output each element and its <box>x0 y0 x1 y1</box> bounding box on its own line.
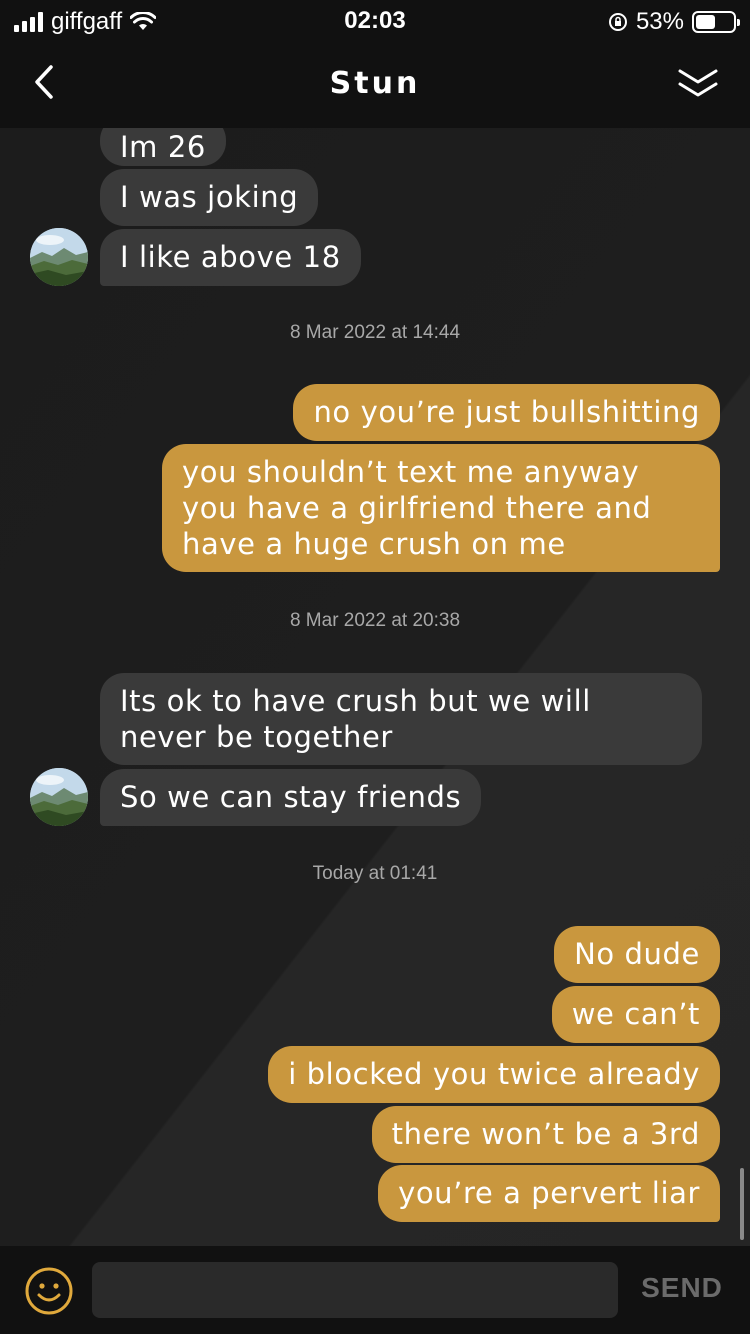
status-left: giffgaff <box>14 8 157 36</box>
avatar[interactable] <box>30 768 88 826</box>
timestamp: 8 Mar 2022 at 14:44 <box>289 322 461 343</box>
status-bar: giffgaff 02:03 53% <box>0 0 750 40</box>
avatar[interactable] <box>30 228 88 286</box>
battery-icon <box>692 11 740 33</box>
battery-percent: 53% <box>635 8 684 35</box>
battery-level <box>696 15 715 29</box>
message-bubble[interactable]: I was joking <box>100 169 319 226</box>
avatar-landscape-image <box>30 768 88 826</box>
send-button[interactable]: SEND <box>632 1272 732 1304</box>
scroll-indicator[interactable] <box>740 1168 744 1240</box>
contact-name[interactable]: Stun <box>0 66 750 101</box>
wifi-icon <box>130 12 157 30</box>
carrier-label: giffgaff <box>51 8 123 35</box>
double-chevron-down-icon <box>678 69 718 97</box>
message-bubble[interactable]: you shouldn’t text me anyway you have a … <box>162 444 720 572</box>
timestamp: Today at 01:41 <box>312 863 438 884</box>
message-bubble[interactable]: No dude <box>554 926 720 983</box>
message-bubble[interactable]: Its ok to have crush but we will never b… <box>100 673 702 765</box>
message-bubble[interactable]: no you’re just bullshitting <box>293 384 720 441</box>
emoji-button[interactable] <box>24 1266 74 1316</box>
signal-icon <box>14 12 43 32</box>
avatar-landscape-image <box>30 228 88 286</box>
message-bubble[interactable]: i blocked you twice already <box>268 1046 720 1103</box>
message-bubble[interactable]: we can’t <box>551 986 720 1043</box>
status-right: 53% <box>608 8 740 36</box>
message-bubble[interactable]: I like above 18 <box>100 229 361 286</box>
message-bubble[interactable]: you’re a pervert liar <box>378 1165 720 1222</box>
smiley-icon <box>25 1267 73 1315</box>
chat-header: Stun <box>0 40 750 128</box>
orientation-lock-icon <box>608 13 627 31</box>
message-bubble[interactable]: there won’t be a 3rd <box>371 1106 720 1163</box>
message-input[interactable] <box>92 1262 618 1318</box>
timestamp: 8 Mar 2022 at 20:38 <box>289 610 461 631</box>
message-bubble[interactable]: So we can stay friends <box>100 769 482 826</box>
collapse-button[interactable] <box>672 62 724 106</box>
composer-bar: SEND <box>0 1246 750 1334</box>
message-bubble[interactable]: Im 26 <box>100 128 226 166</box>
message-list[interactable]: Im 26 I was joking I like above 18 8 Mar… <box>0 128 750 1246</box>
